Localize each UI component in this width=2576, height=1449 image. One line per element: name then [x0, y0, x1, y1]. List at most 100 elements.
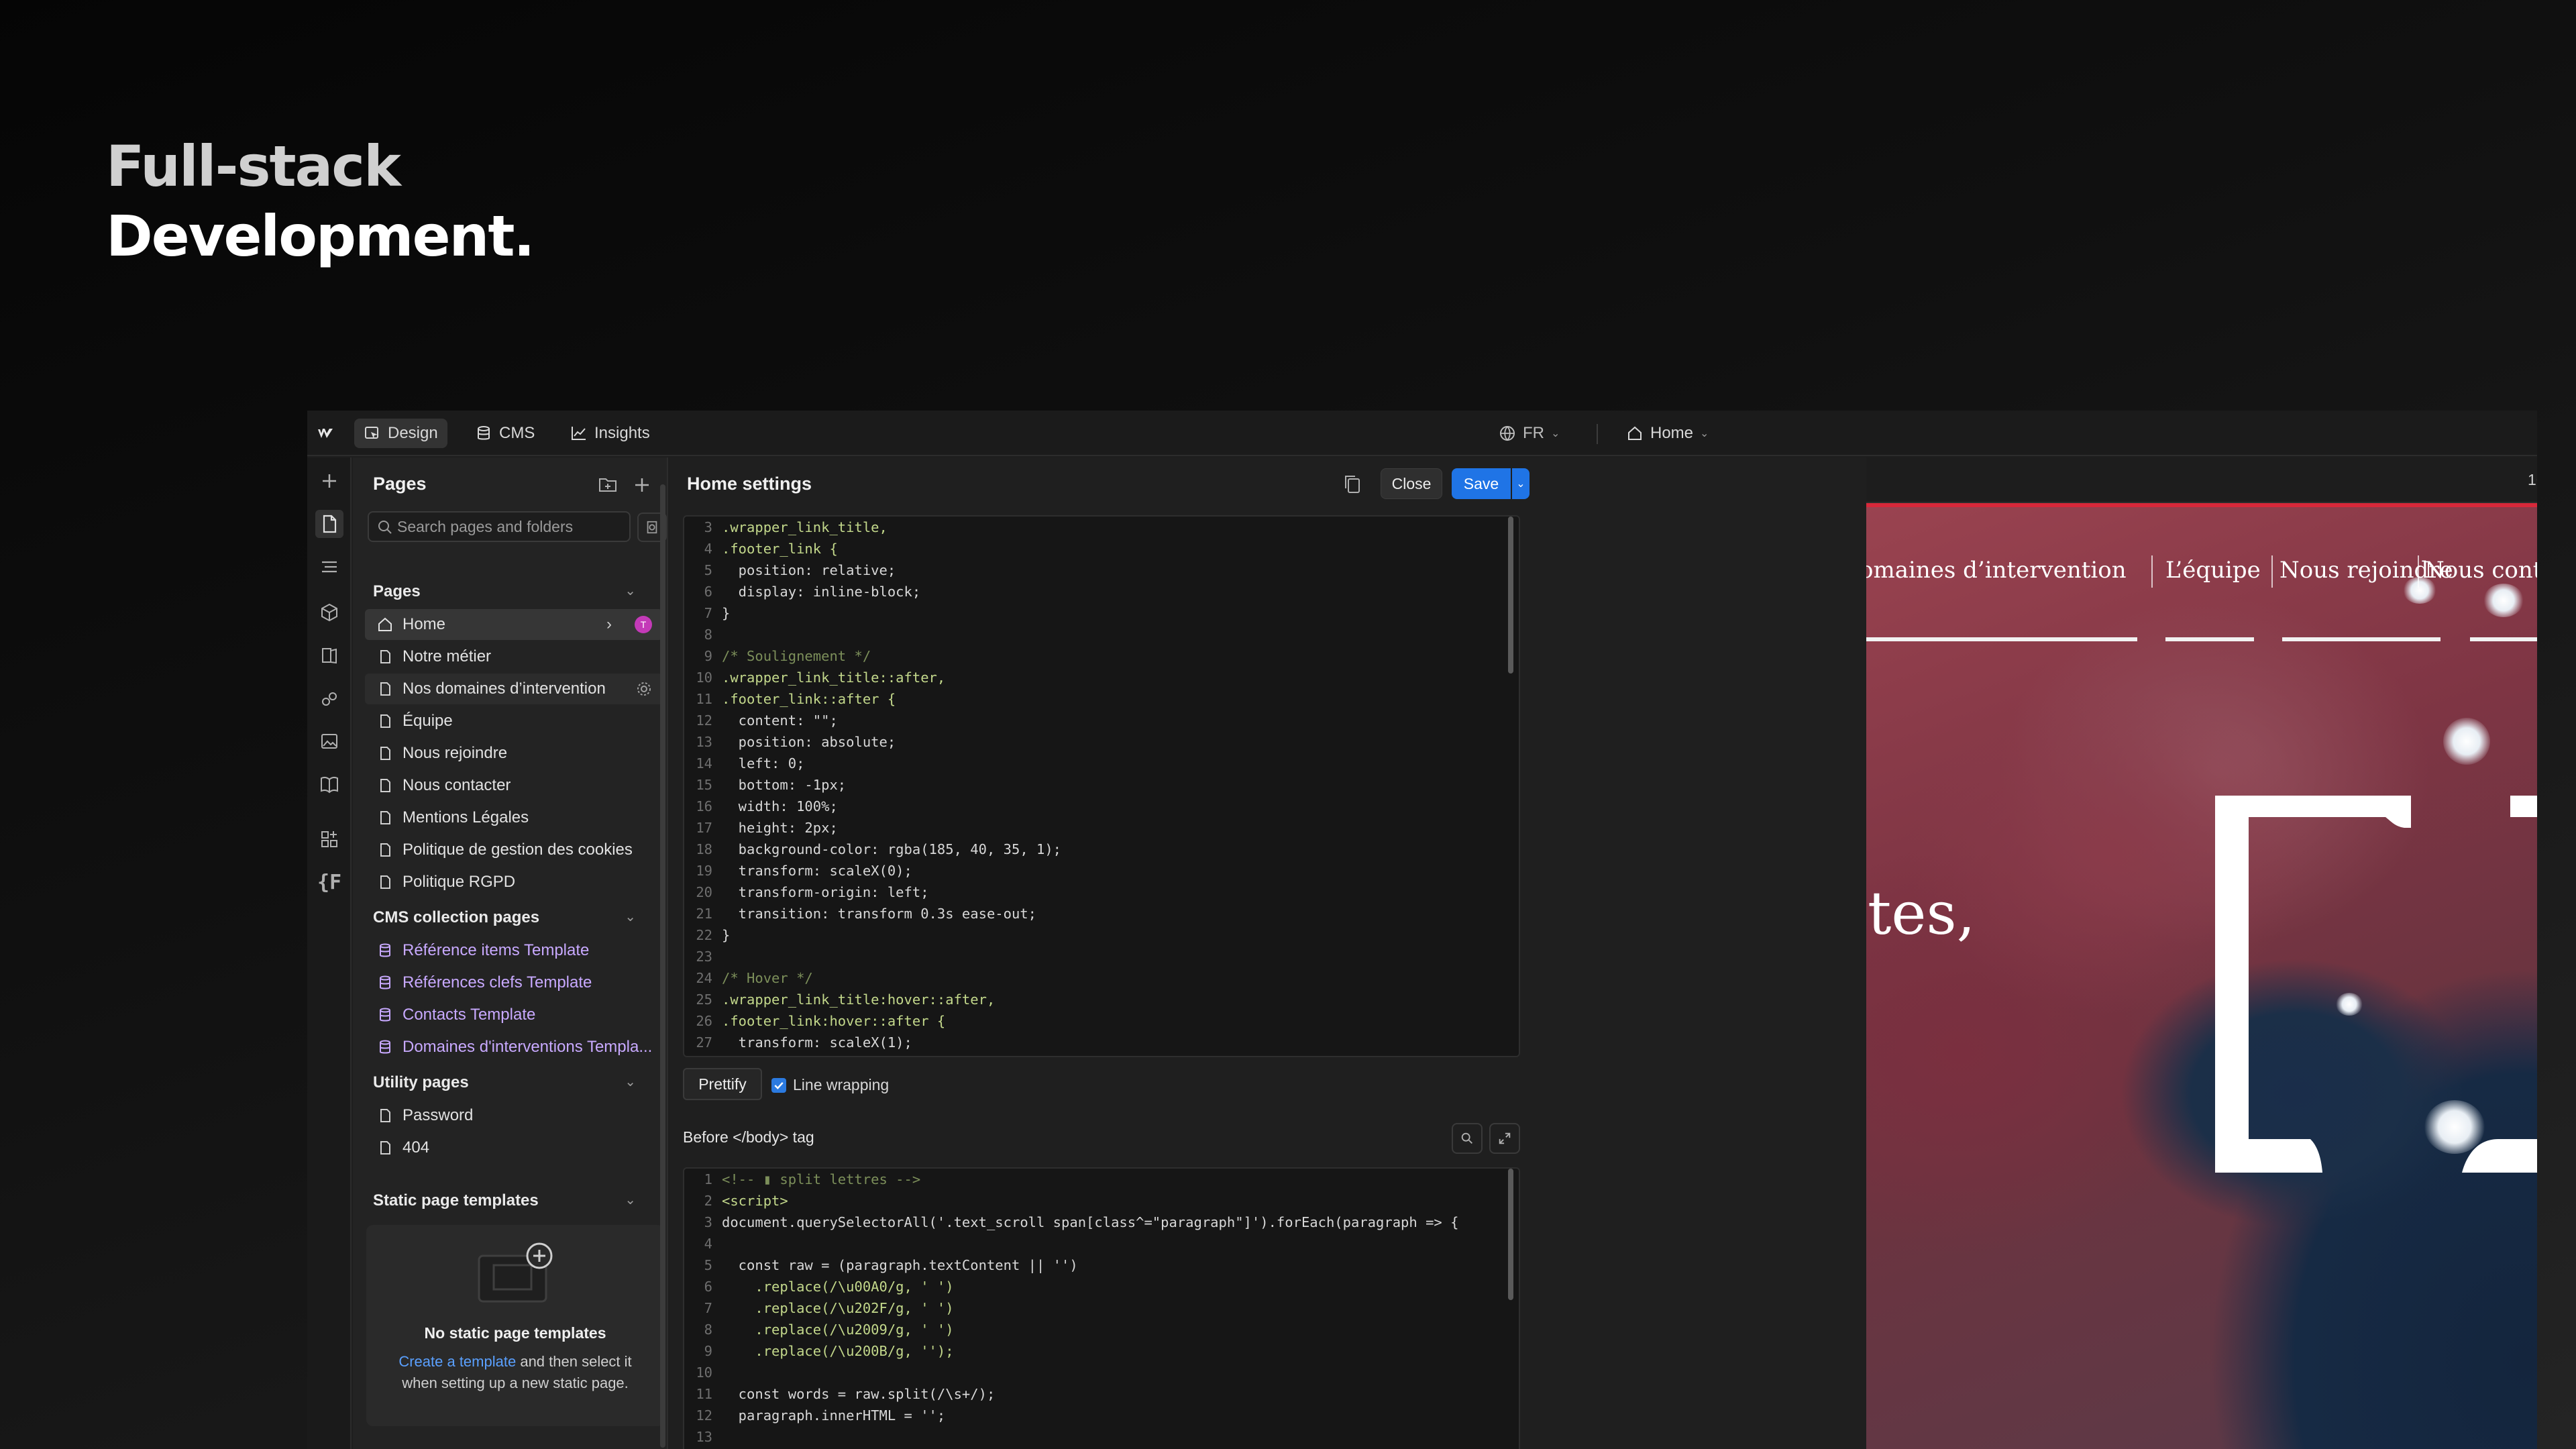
avatar: T [635, 616, 652, 633]
code-line: background-color: rgba(185, 40, 35, 1); [722, 841, 1062, 857]
new-folder-icon[interactable] [598, 476, 619, 494]
webflow-logo[interactable] [310, 419, 341, 448]
add-page-icon[interactable] [633, 476, 651, 494]
save-options-dropdown[interactable]: ⌄ [1512, 468, 1529, 499]
cms-page-item[interactable]: Références clefs Template [365, 967, 663, 998]
nav-underline [2165, 637, 2254, 641]
open-book-icon [321, 776, 338, 794]
line-number: 12 [696, 712, 712, 729]
line-number: 18 [696, 841, 712, 857]
save-button[interactable]: Save [1452, 468, 1511, 499]
line-number: 24 [696, 970, 712, 986]
head-code-editor[interactable]: 3 4 5 6 7 8 9 10 11 12 13 14 15 16 17 18 19 20 21 22 23 24 25 2… [683, 515, 1520, 1057]
code-line: } [722, 605, 731, 621]
close-button[interactable]: Close [1381, 468, 1442, 499]
chevron-down-icon[interactable]: ⌄ [625, 1073, 636, 1090]
page-item[interactable]: Nous contacter [365, 770, 663, 801]
page-icon [323, 515, 337, 533]
chart-icon [572, 427, 586, 440]
page-item[interactable]: Politique RGPD [365, 867, 663, 898]
cms-page-item[interactable]: Référence items Template [365, 935, 663, 966]
chevron-down-icon: ⌄ [1516, 478, 1525, 490]
page-item-home[interactable]: Home › T [365, 609, 663, 640]
pages-scrollbar[interactable] [660, 484, 665, 1448]
chevron-right-icon[interactable]: › [606, 615, 612, 634]
search-code-button[interactable] [1452, 1123, 1483, 1154]
body-code-editor[interactable]: 1 2 3 4 5 6 7 8 9 10 11 12 13 <!-- ▮ split lettres -… [683, 1167, 1520, 1449]
apps-button[interactable] [315, 825, 343, 853]
pages-button[interactable] [315, 510, 343, 538]
line-number: 19 [696, 863, 712, 879]
assets-button[interactable] [315, 727, 343, 755]
create-template-link[interactable]: Create a template [398, 1353, 516, 1370]
cms-page-item[interactable]: Domaines d'interventions Templa... [365, 1032, 663, 1063]
line-wrapping-toggle[interactable]: Line wrapping [771, 1076, 889, 1094]
utility-page-item[interactable]: 404 [365, 1132, 663, 1163]
page-selector-label: Home [1650, 424, 1694, 442]
hero-line-2: Development. [106, 203, 535, 269]
line-number: 6 [704, 1279, 712, 1295]
page-item[interactable]: Notre métier [365, 641, 663, 672]
nav-link[interactable]: L’équipe [2165, 557, 2261, 584]
nav-link[interactable]: omaines d’intervention [1866, 557, 2127, 584]
page-item[interactable]: Nos domaines d’intervention [365, 674, 663, 704]
bracket-logo [2215, 796, 2537, 1173]
cms-button[interactable] [315, 770, 343, 798]
page-item[interactable]: Politique de gestion des cookies [365, 835, 663, 865]
page-item[interactable]: Nous rejoindre [365, 738, 663, 769]
page-item[interactable]: Équipe [365, 706, 663, 737]
site-top-bar [1866, 503, 2537, 507]
chevron-down-icon[interactable]: ⌄ [625, 582, 636, 599]
line-number: 6 [704, 584, 712, 600]
nav-separator [2418, 555, 2419, 588]
page-item-label: Mentions Légales [402, 808, 529, 826]
checkbox-checked-icon[interactable] [771, 1077, 786, 1093]
chevron-down-icon[interactable]: ⌄ [625, 908, 636, 925]
nav-underline [2282, 637, 2440, 641]
before-body-label: Before </body> tag [683, 1128, 814, 1146]
page-item[interactable]: Mentions Légales [365, 802, 663, 833]
tab-insights[interactable]: Insights [561, 419, 659, 448]
add-element-button[interactable] [315, 467, 343, 495]
search-pages-input[interactable]: Search pages and folders [368, 511, 631, 542]
tab-cms[interactable]: CMS [466, 419, 544, 448]
code-line: .footer_link::after { [722, 691, 896, 707]
locale-selector[interactable]: FR ⌄ [1489, 419, 1569, 448]
expand-editor-button[interactable] [1489, 1123, 1520, 1154]
cms-page-item[interactable]: Contacts Template [365, 1000, 663, 1030]
cms-section-title: CMS collection pages [373, 908, 540, 926]
code-text[interactable]: .wrapper_link_title, .footer_link { posit… [722, 517, 1061, 1053]
tab-design[interactable]: Design [354, 419, 447, 448]
code-text[interactable]: <!-- ▮ split lettres --> <script> document… [722, 1169, 1458, 1448]
empty-state-text: Create a template and then select it whe… [366, 1351, 664, 1394]
prettify-button[interactable]: Prettify [683, 1068, 762, 1100]
code-line: position: absolute; [722, 734, 896, 750]
nav-separator [2151, 555, 2153, 588]
code-scrollbar[interactable] [1508, 517, 1513, 674]
utility-page-label: 404 [402, 1138, 430, 1157]
code-line: left: 0; [722, 755, 805, 771]
styles-button[interactable] [315, 684, 343, 712]
database-icon [380, 1008, 390, 1022]
chevron-down-icon[interactable]: ⌄ [625, 1191, 636, 1208]
editor-title: Home settings [687, 474, 812, 494]
navigator-button[interactable] [315, 553, 343, 581]
copy-icon[interactable] [1343, 474, 1362, 494]
home-icon [378, 617, 392, 631]
code-line: .replace(/\u200B/g, ''); [722, 1343, 954, 1359]
static-section-title: Static page templates [373, 1191, 539, 1210]
gear-icon[interactable] [636, 681, 652, 697]
page-selector[interactable]: Home ⌄ [1617, 419, 1718, 448]
variables-button[interactable] [315, 641, 343, 669]
custom-code-icon[interactable]: {F [315, 868, 343, 896]
page-item-label: Notre métier [402, 647, 492, 665]
nav-link[interactable]: Nous contacter [2424, 557, 2537, 584]
apps-icon [321, 831, 337, 847]
page-icon [380, 779, 390, 792]
components-button[interactable] [315, 598, 343, 627]
breakpoint-selector[interactable]: 1621px ⌄ [2528, 471, 2537, 489]
utility-page-item[interactable]: Password [365, 1100, 663, 1131]
code-scrollbar[interactable] [1508, 1169, 1513, 1300]
line-number: 17 [696, 820, 712, 836]
